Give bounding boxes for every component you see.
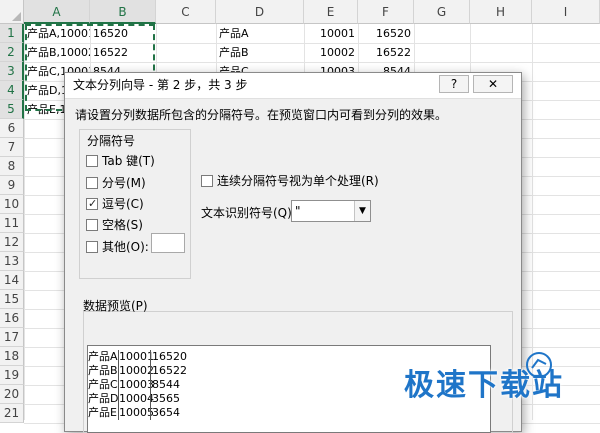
row-header-9[interactable]: 9 <box>0 176 24 195</box>
preview-cell: 10004 <box>119 392 154 405</box>
text-qualifier-label: 文本识别符号(Q): <box>201 206 296 220</box>
row-header-13[interactable]: 13 <box>0 252 24 271</box>
preview-cell: 16522 <box>152 364 187 377</box>
dialog-titlebar[interactable]: 文本分列向导 - 第 2 步，共 3 步 ? ✕ <box>65 73 521 99</box>
tab-checkbox-label: Tab 键(T) <box>102 154 155 168</box>
other-checkbox[interactable] <box>86 241 98 253</box>
preview-cell: 3565 <box>152 392 180 405</box>
row-header-8[interactable]: 8 <box>0 157 24 176</box>
consecutive-delimiter-checkbox[interactable] <box>201 175 213 187</box>
column-break-line <box>118 350 119 364</box>
cell-b1[interactable]: 16520 <box>90 24 156 43</box>
column-header-g[interactable]: G <box>414 0 470 24</box>
column-break-line <box>118 406 119 420</box>
semicolon-checkbox[interactable] <box>86 177 98 189</box>
column-break-line <box>150 378 151 392</box>
semicolon-checkbox-label: 分号(M) <box>102 176 146 190</box>
cell-b2[interactable]: 16522 <box>90 43 156 62</box>
cell-a1[interactable]: 产品A,10001,16520 <box>24 24 90 43</box>
watermark-logo-icon <box>526 352 552 378</box>
row-header-14[interactable]: 14 <box>0 271 24 290</box>
row-header-11[interactable]: 11 <box>0 214 24 233</box>
text-qualifier-select[interactable]: " ▼ <box>291 200 371 222</box>
column-break-line <box>118 392 119 406</box>
space-checkbox-row[interactable]: 空格(S) <box>86 217 143 233</box>
dialog-title: 文本分列向导 - 第 2 步，共 3 步 <box>73 78 248 92</box>
preview-cell: 产品B <box>88 364 118 377</box>
cell-f2[interactable]: 16522 <box>358 43 414 62</box>
preview-cell: 10003 <box>119 378 154 391</box>
column-break-line <box>118 378 119 392</box>
cell-e1[interactable]: 10001 <box>304 24 358 43</box>
row-header-1[interactable]: 1 <box>0 24 24 43</box>
other-checkbox-row[interactable]: 其他(O): <box>86 239 149 255</box>
cell-d2[interactable]: 产品B <box>216 43 304 62</box>
column-break-line <box>150 350 151 364</box>
text-qualifier-value: " <box>295 204 301 218</box>
row-header-6[interactable]: 6 <box>0 119 24 138</box>
row-header-7[interactable]: 7 <box>0 138 24 157</box>
column-break-line <box>150 406 151 420</box>
instruction-text: 请设置分列数据所包含的分隔符号。在预览窗口内可看到分列的效果。 <box>75 108 448 122</box>
preview-cell: 产品C <box>88 378 118 391</box>
row-header-16[interactable]: 16 <box>0 309 24 328</box>
row-header-12[interactable]: 12 <box>0 233 24 252</box>
preview-cell: 10005 <box>119 406 154 419</box>
row-header-20[interactable]: 20 <box>0 385 24 404</box>
row-header-3[interactable]: 3 <box>0 62 24 81</box>
row-header-21[interactable]: 21 <box>0 404 24 423</box>
close-button[interactable]: ✕ <box>473 75 513 93</box>
cell-d1[interactable]: 产品A <box>216 24 304 43</box>
delimiters-group-title: 分隔符号 <box>85 132 138 149</box>
preview-cell: 3654 <box>152 406 180 419</box>
preview-cell: 产品D <box>88 392 119 405</box>
column-header-h[interactable]: H <box>470 0 532 24</box>
select-all-corner[interactable] <box>0 0 24 24</box>
column-break-line <box>150 392 151 406</box>
tab-checkbox-row[interactable]: Tab 键(T) <box>86 153 155 169</box>
row-header-2[interactable]: 2 <box>0 43 24 62</box>
semicolon-checkbox-row[interactable]: 分号(M) <box>86 175 146 191</box>
data-preview-label: 数据预览(P) <box>83 299 148 313</box>
dropdown-arrow-icon[interactable]: ▼ <box>354 201 370 221</box>
row-header-17[interactable]: 17 <box>0 328 24 347</box>
comma-checkbox-label: 逗号(C) <box>102 197 144 211</box>
column-header-i[interactable]: I <box>532 0 600 24</box>
column-header-a[interactable]: A <box>24 0 90 24</box>
other-delimiter-input[interactable] <box>151 233 185 253</box>
column-header-c[interactable]: C <box>156 0 216 24</box>
cell-f1[interactable]: 16520 <box>358 24 414 43</box>
consecutive-delimiter-row[interactable]: 连续分隔符号视为单个处理(R) <box>201 173 379 189</box>
space-checkbox-label: 空格(S) <box>102 218 143 232</box>
comma-checkbox-row[interactable]: 逗号(C) <box>86 196 144 212</box>
row-header-10[interactable]: 10 <box>0 195 24 214</box>
help-button[interactable]: ? <box>439 75 469 93</box>
column-header-e[interactable]: E <box>304 0 358 24</box>
preview-cell: 产品A <box>88 350 118 363</box>
row-header-4[interactable]: 4 <box>0 81 24 100</box>
row-header-5[interactable]: 5 <box>0 100 24 119</box>
space-checkbox[interactable] <box>86 219 98 231</box>
column-break-line <box>150 364 151 378</box>
column-break-line <box>118 364 119 378</box>
preview-cell: 10002 <box>119 364 154 377</box>
cell-a2[interactable]: 产品B,10002,16522 <box>24 43 90 62</box>
cell-e2[interactable]: 10002 <box>304 43 358 62</box>
column-header-d[interactable]: D <box>216 0 304 24</box>
preview-cell: 16520 <box>152 350 187 363</box>
preview-cell: 8544 <box>152 378 180 391</box>
comma-checkbox[interactable] <box>86 196 98 212</box>
column-header-b[interactable]: B <box>90 0 156 24</box>
row-header-18[interactable]: 18 <box>0 347 24 366</box>
other-checkbox-label: 其他(O): <box>102 240 149 254</box>
consecutive-delimiter-label: 连续分隔符号视为单个处理(R) <box>217 174 379 188</box>
preview-cell: 产品E <box>88 406 117 419</box>
column-header-f[interactable]: F <box>358 0 414 24</box>
row-header-15[interactable]: 15 <box>0 290 24 309</box>
tab-checkbox[interactable] <box>86 155 98 167</box>
row-header-19[interactable]: 19 <box>0 366 24 385</box>
preview-cell: 10001 <box>119 350 154 363</box>
watermark: 极速下载站 <box>404 352 600 420</box>
